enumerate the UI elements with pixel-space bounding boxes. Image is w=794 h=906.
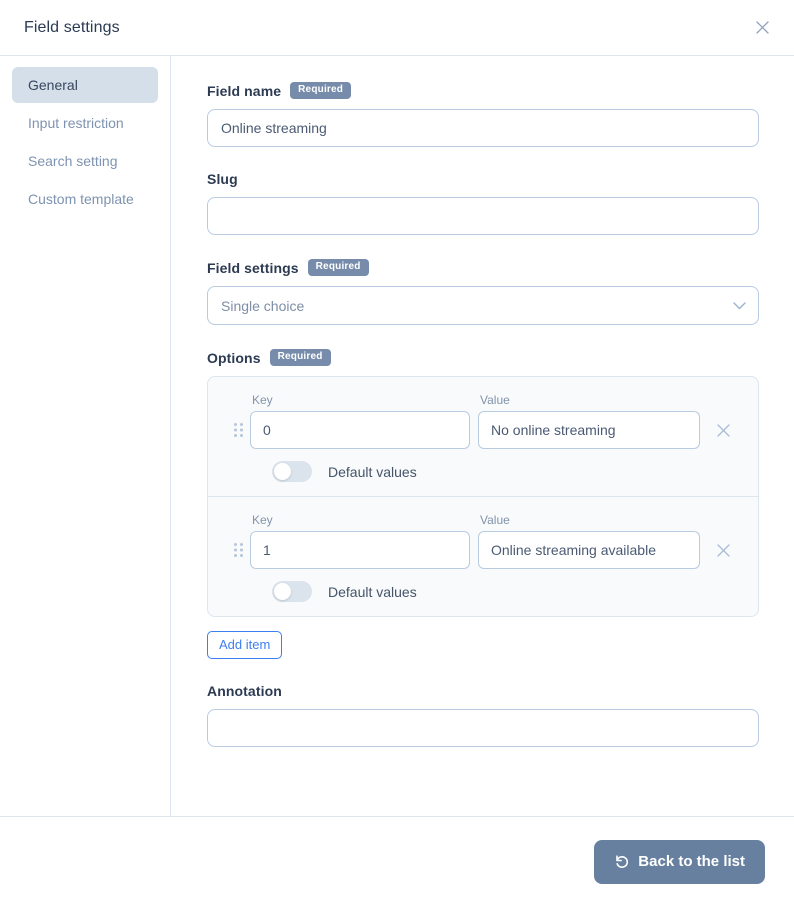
- option-value-input[interactable]: [478, 411, 700, 449]
- option-row: Key Value: [208, 496, 758, 616]
- field-type-select[interactable]: Single choice: [207, 286, 759, 325]
- slug-label-row: Slug: [207, 171, 759, 187]
- field-type-selected-value: Single choice: [221, 297, 305, 314]
- field-type-select-wrap: Single choice: [207, 286, 759, 325]
- option-key-input[interactable]: [250, 531, 470, 569]
- settings-form: Field name Required Slug Field settings …: [171, 56, 794, 816]
- close-icon[interactable]: [750, 16, 774, 40]
- option-key-group: Key: [250, 513, 470, 569]
- default-values-label: Default values: [328, 463, 417, 480]
- remove-option-icon[interactable]: [706, 411, 740, 449]
- sidebar-item-custom-template[interactable]: Custom template: [12, 181, 158, 217]
- toggle-knob: [274, 583, 291, 600]
- sidebar-item-label: General: [28, 77, 78, 93]
- field-name-label-row: Field name Required: [207, 82, 759, 99]
- sidebar-item-label: Search setting: [28, 153, 118, 169]
- option-key-group: Key: [250, 393, 470, 449]
- default-values-row: Default values: [226, 461, 740, 482]
- options-panel: Key Value: [207, 376, 759, 617]
- field-settings-label: Field settings: [207, 259, 299, 276]
- option-fields: Key Value: [226, 393, 740, 449]
- option-value-label: Value: [480, 393, 510, 407]
- sidebar-item-label: Input restriction: [28, 115, 124, 131]
- modal-footer: Back to the list: [0, 817, 794, 906]
- required-badge: Required: [290, 82, 352, 99]
- option-value-group: Value: [478, 513, 700, 569]
- options-label-row: Options Required: [207, 349, 759, 366]
- modal-body: General Input restriction Search setting…: [0, 56, 794, 817]
- option-fields: Key Value: [226, 513, 740, 569]
- drag-handle-icon[interactable]: [226, 531, 250, 569]
- option-value-group: Value: [478, 393, 700, 449]
- field-name-label: Field name: [207, 82, 282, 99]
- options-label: Options: [207, 349, 261, 366]
- annotation-label-row: Annotation: [207, 683, 759, 699]
- options-block: Options Required Key 0 Value No online s…: [207, 349, 759, 659]
- add-item-button[interactable]: Add item: [207, 631, 283, 659]
- default-values-label: Default values: [328, 583, 417, 600]
- undo-arrow-icon: [614, 854, 630, 870]
- annotation-label: Annotation: [207, 683, 282, 699]
- option-key-input[interactable]: [250, 411, 470, 449]
- sidebar-item-general[interactable]: General: [12, 67, 158, 103]
- option-value-input[interactable]: [478, 531, 700, 569]
- annotation-input[interactable]: [207, 709, 759, 747]
- slug-input[interactable]: [207, 197, 759, 235]
- field-settings-block: Field settings Required Single choice: [207, 259, 759, 325]
- sidebar-item-search-setting[interactable]: Search setting: [12, 143, 158, 179]
- sidebar-item-label: Custom template: [28, 191, 134, 207]
- modal-header: Field settings: [0, 0, 794, 56]
- slug-block: Slug: [207, 171, 759, 235]
- sidebar-item-input-restriction[interactable]: Input restriction: [12, 105, 158, 141]
- page-title: Field settings: [24, 18, 120, 36]
- default-values-toggle[interactable]: [272, 581, 312, 602]
- default-values-row: Default values: [226, 581, 740, 602]
- annotation-block: Annotation: [207, 683, 759, 747]
- required-badge: Required: [307, 259, 369, 276]
- default-values-toggle[interactable]: [272, 461, 312, 482]
- required-badge: Required: [269, 349, 331, 366]
- drag-handle-icon[interactable]: [226, 411, 250, 449]
- option-row: Key Value: [208, 377, 758, 496]
- toggle-knob: [274, 463, 291, 480]
- field-settings-modal: Field settings General Input restriction…: [0, 0, 794, 906]
- option-key-label: Key: [252, 513, 273, 527]
- option-key-label: Key: [252, 393, 273, 407]
- slug-label: Slug: [207, 171, 238, 187]
- back-to-list-button[interactable]: Back to the list: [594, 839, 765, 884]
- field-name-block: Field name Required: [207, 82, 759, 147]
- back-to-list-label: Back to the list: [638, 853, 745, 870]
- field-name-input[interactable]: [207, 109, 759, 147]
- field-settings-label-row: Field settings Required: [207, 259, 759, 276]
- remove-option-icon[interactable]: [706, 531, 740, 569]
- option-value-label: Value: [480, 513, 510, 527]
- sidebar: General Input restriction Search setting…: [0, 56, 171, 816]
